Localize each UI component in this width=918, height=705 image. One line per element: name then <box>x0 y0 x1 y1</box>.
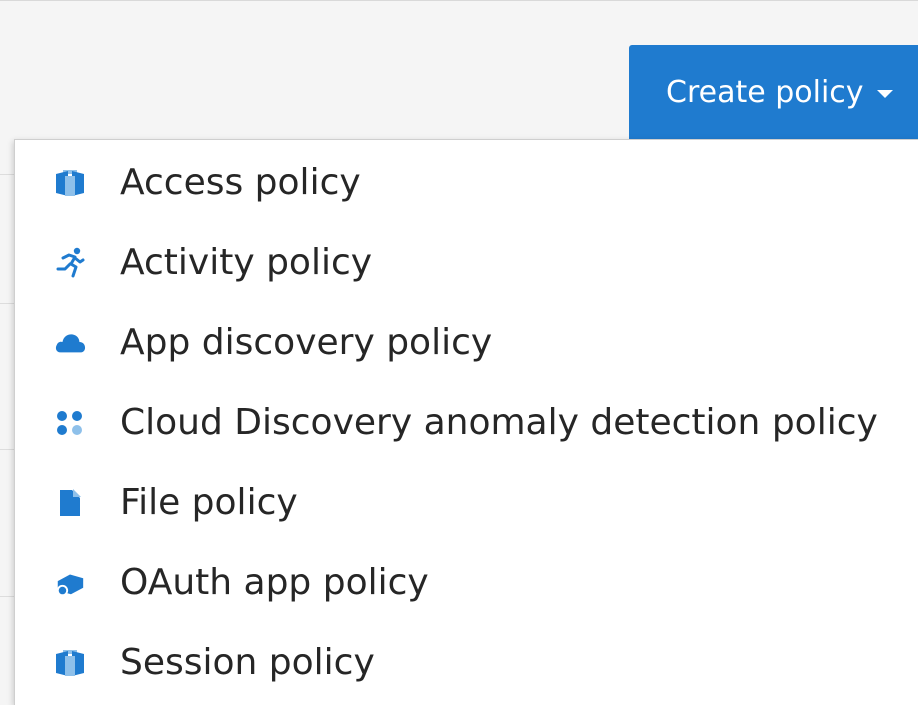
menu-item-label: Cloud Discovery anomaly detection policy <box>120 402 878 443</box>
menu-item-label: Session policy <box>120 642 375 683</box>
background-row-divider <box>0 174 14 175</box>
create-policy-button-label: Create policy <box>666 74 864 110</box>
file-icon <box>54 487 86 519</box>
background-row-divider <box>0 303 14 304</box>
cube-icon <box>54 567 86 599</box>
background-row-divider <box>0 596 14 597</box>
menu-item-access-policy[interactable]: Access policy <box>15 143 918 223</box>
cloud-icon <box>54 327 86 359</box>
menu-item-app-discovery-policy[interactable]: App discovery policy <box>15 303 918 383</box>
menu-item-file-policy[interactable]: File policy <box>15 463 918 543</box>
create-policy-button[interactable]: Create policy <box>629 45 918 139</box>
menu-item-cloud-discovery-anomaly-detection-policy[interactable]: Cloud Discovery anomaly detection policy <box>15 383 918 463</box>
running-person-icon <box>54 247 86 279</box>
menu-item-label: OAuth app policy <box>120 562 429 603</box>
menu-item-session-policy[interactable]: Session policy <box>15 623 918 703</box>
menu-item-oauth-app-policy[interactable]: OAuth app policy <box>15 543 918 623</box>
access-policy-icon <box>54 167 86 199</box>
menu-item-label: Activity policy <box>120 242 373 283</box>
top-divider <box>0 0 918 1</box>
menu-item-label: App discovery policy <box>120 322 493 363</box>
create-policy-dropdown-menu: Access policy Activity policy App discov… <box>14 139 918 705</box>
session-policy-icon <box>54 647 86 679</box>
caret-down-icon <box>876 90 893 98</box>
menu-item-activity-policy[interactable]: Activity policy <box>15 223 918 303</box>
menu-item-label: Access policy <box>120 162 361 203</box>
menu-item-label: File policy <box>120 482 298 523</box>
dots-grid-icon <box>54 407 86 439</box>
background-row-divider <box>0 449 14 450</box>
